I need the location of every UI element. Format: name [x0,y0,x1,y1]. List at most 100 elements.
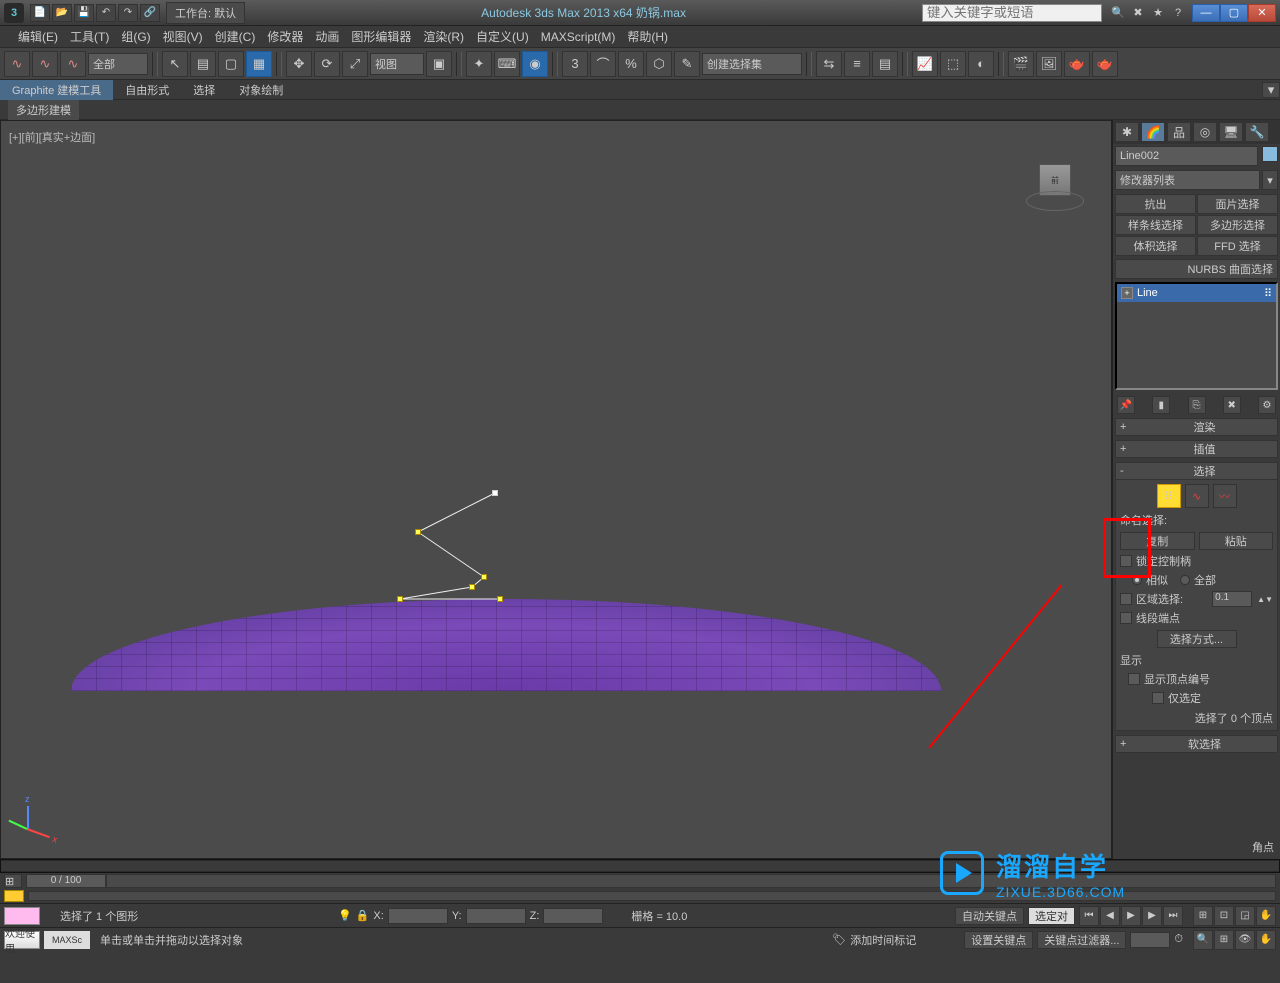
track-key[interactable] [4,890,24,902]
y-coord-input[interactable] [466,908,526,924]
cp-tab-modify[interactable]: 🌈 [1141,122,1165,142]
open-file-icon[interactable]: 📂 [52,4,72,22]
lock-handles-checkbox[interactable] [1120,555,1132,567]
link-icon[interactable]: 🔗 [140,4,160,22]
ribbon-tab-select[interactable]: 选择 [181,80,227,100]
lock-icon[interactable]: 🔒 [356,909,370,922]
play-icon[interactable]: ▶ [1121,906,1141,926]
percent-snap-icon[interactable]: % [618,51,644,77]
area-select-checkbox[interactable] [1120,593,1132,605]
welcome-button[interactable]: 欢迎使用 [4,931,40,949]
link-curve-icon[interactable]: ∿ [60,51,86,77]
viewcube[interactable]: 前 [1031,156,1081,206]
move-icon[interactable]: ✥ [286,51,312,77]
x-coord-input[interactable] [388,908,448,924]
show-end-icon[interactable]: ▮ [1152,396,1170,414]
pan-icon[interactable]: ✋ [1256,930,1276,950]
select-manipulate-icon[interactable]: ✦ [466,51,492,77]
modifier-list-dropdown[interactable]: 修改器列表 [1115,170,1260,190]
menu-create[interactable]: 创建(C) [215,28,256,45]
modifier-stack[interactable]: + Line ⠿ [1115,282,1278,390]
menu-tools[interactable]: 工具(T) [70,28,109,45]
show-vertex-num-checkbox[interactable] [1128,673,1140,685]
edit-named-sel-icon[interactable]: ✎ [674,51,700,77]
material-editor-icon[interactable]: ◐ [968,51,994,77]
new-file-icon[interactable]: 📄 [30,4,50,22]
workspace-selector[interactable]: 工作台: 默认 [166,2,245,24]
rollout-header-selection[interactable]: -选择 [1115,462,1278,480]
ribbon-tab-graphite[interactable]: Graphite 建模工具 [0,80,113,100]
dropdown-arrow-icon[interactable]: ▾ [1262,170,1278,190]
undo-icon[interactable]: ↶ [96,4,116,22]
maximize-button[interactable]: ▢ [1220,4,1248,22]
viewport-nav-icon[interactable]: ✋ [1256,906,1276,926]
redo-curve-icon[interactable]: ∿ [32,51,58,77]
ref-coord-dropdown[interactable]: 视图 [370,53,424,75]
app-logo[interactable]: 3 [4,3,24,23]
stack-item-line[interactable]: + Line ⠿ [1117,284,1276,302]
spline-vertex[interactable] [481,574,487,580]
area-select-spinner[interactable]: 0.1 [1212,591,1252,607]
zoom-all-icon[interactable]: ⊞ [1214,930,1234,950]
viewport-nav-icon[interactable]: ⊡ [1214,906,1234,926]
render-setup-icon[interactable]: 🎬 [1008,51,1034,77]
minimize-button[interactable]: — [1192,4,1220,22]
viewport-nav-icon[interactable]: ⊞ [1193,906,1213,926]
mod-spline-sel[interactable]: 样条线选择 [1115,215,1196,235]
menu-graph-editors[interactable]: 图形编辑器 [351,28,411,45]
rollout-header-render[interactable]: +渲染 [1115,418,1278,436]
redo-icon[interactable]: ↷ [118,4,138,22]
select-object-icon[interactable]: ↖ [162,51,188,77]
menu-view[interactable]: 视图(V) [163,28,203,45]
time-config-icon[interactable]: ⏱ [1174,933,1183,946]
scale-icon[interactable]: ⤢ [342,51,368,77]
layer-icon[interactable]: ▤ [872,51,898,77]
copy-button[interactable]: 复制 [1120,532,1195,550]
save-file-icon[interactable]: 💾 [74,4,94,22]
ribbon-collapse-icon[interactable]: ▾ [1262,82,1280,98]
configure-icon[interactable]: ⚙ [1258,396,1276,414]
viewport-label[interactable]: [+][前][真实+边面] [9,129,95,145]
next-frame-icon[interactable]: ▶ [1142,906,1162,926]
maxscript-label[interactable]: MAXSc [44,931,90,949]
angle-snap-icon[interactable]: ⌒ [590,51,616,77]
mod-extrude[interactable]: 抗出 [1115,194,1196,214]
cp-tab-hierarchy[interactable]: 品 [1167,122,1191,142]
close-button[interactable]: ✕ [1248,4,1276,22]
select-name-icon[interactable]: ▤ [190,51,216,77]
ribbon-tab-paint[interactable]: 对象绘制 [227,80,295,100]
select-by-button[interactable]: 选择方式... [1157,630,1237,648]
menu-help[interactable]: 帮助(H) [627,28,668,45]
auto-key-button[interactable]: 自动关键点 [955,907,1024,925]
mod-vol-sel[interactable]: 体积选择 [1115,236,1196,256]
pivot-icon[interactable]: ▣ [426,51,452,77]
expand-icon[interactable]: + [1121,287,1133,299]
current-frame-input[interactable] [1130,932,1170,948]
dome-object[interactable] [71,599,941,691]
align-icon[interactable]: ≡ [844,51,870,77]
render-frame-icon[interactable]: 🖼 [1036,51,1062,77]
vertex-subobj-button[interactable]: ⠿ [1157,484,1181,508]
cp-tab-motion[interactable]: ◎ [1193,122,1217,142]
menu-group[interactable]: 组(G) [121,28,150,45]
rollout-header-soft-sel[interactable]: +软选择 [1115,735,1278,753]
goto-start-icon[interactable]: ⏮ [1079,906,1099,926]
spline-subobj-button[interactable]: 〰 [1213,484,1237,508]
menu-modifiers[interactable]: 修改器 [267,28,303,45]
menu-customize[interactable]: 自定义(U) [476,28,529,45]
fov-icon[interactable]: 👁 [1235,930,1255,950]
spline-vertex[interactable] [397,596,403,602]
viewcube-ring[interactable] [1026,191,1084,211]
all-radio[interactable] [1180,575,1190,585]
object-color-swatch[interactable] [1262,146,1278,162]
set-key-button[interactable]: 设置关键点 [964,931,1033,949]
render-icon[interactable]: 🫖 [1064,51,1090,77]
spinner-snap-icon[interactable]: ⬡ [646,51,672,77]
menu-maxscript[interactable]: MAXScript(M) [541,30,616,44]
selection-filter-dropdown[interactable]: 全部 [88,53,148,75]
object-name-field[interactable]: Line002 [1115,146,1258,166]
stack-item-menu-icon[interactable]: ⠿ [1264,287,1272,300]
mod-face-sel[interactable]: 面片选择 [1197,194,1278,214]
snap-toggle-icon[interactable]: ◉ [522,51,548,77]
mirror-icon[interactable]: ⇆ [816,51,842,77]
